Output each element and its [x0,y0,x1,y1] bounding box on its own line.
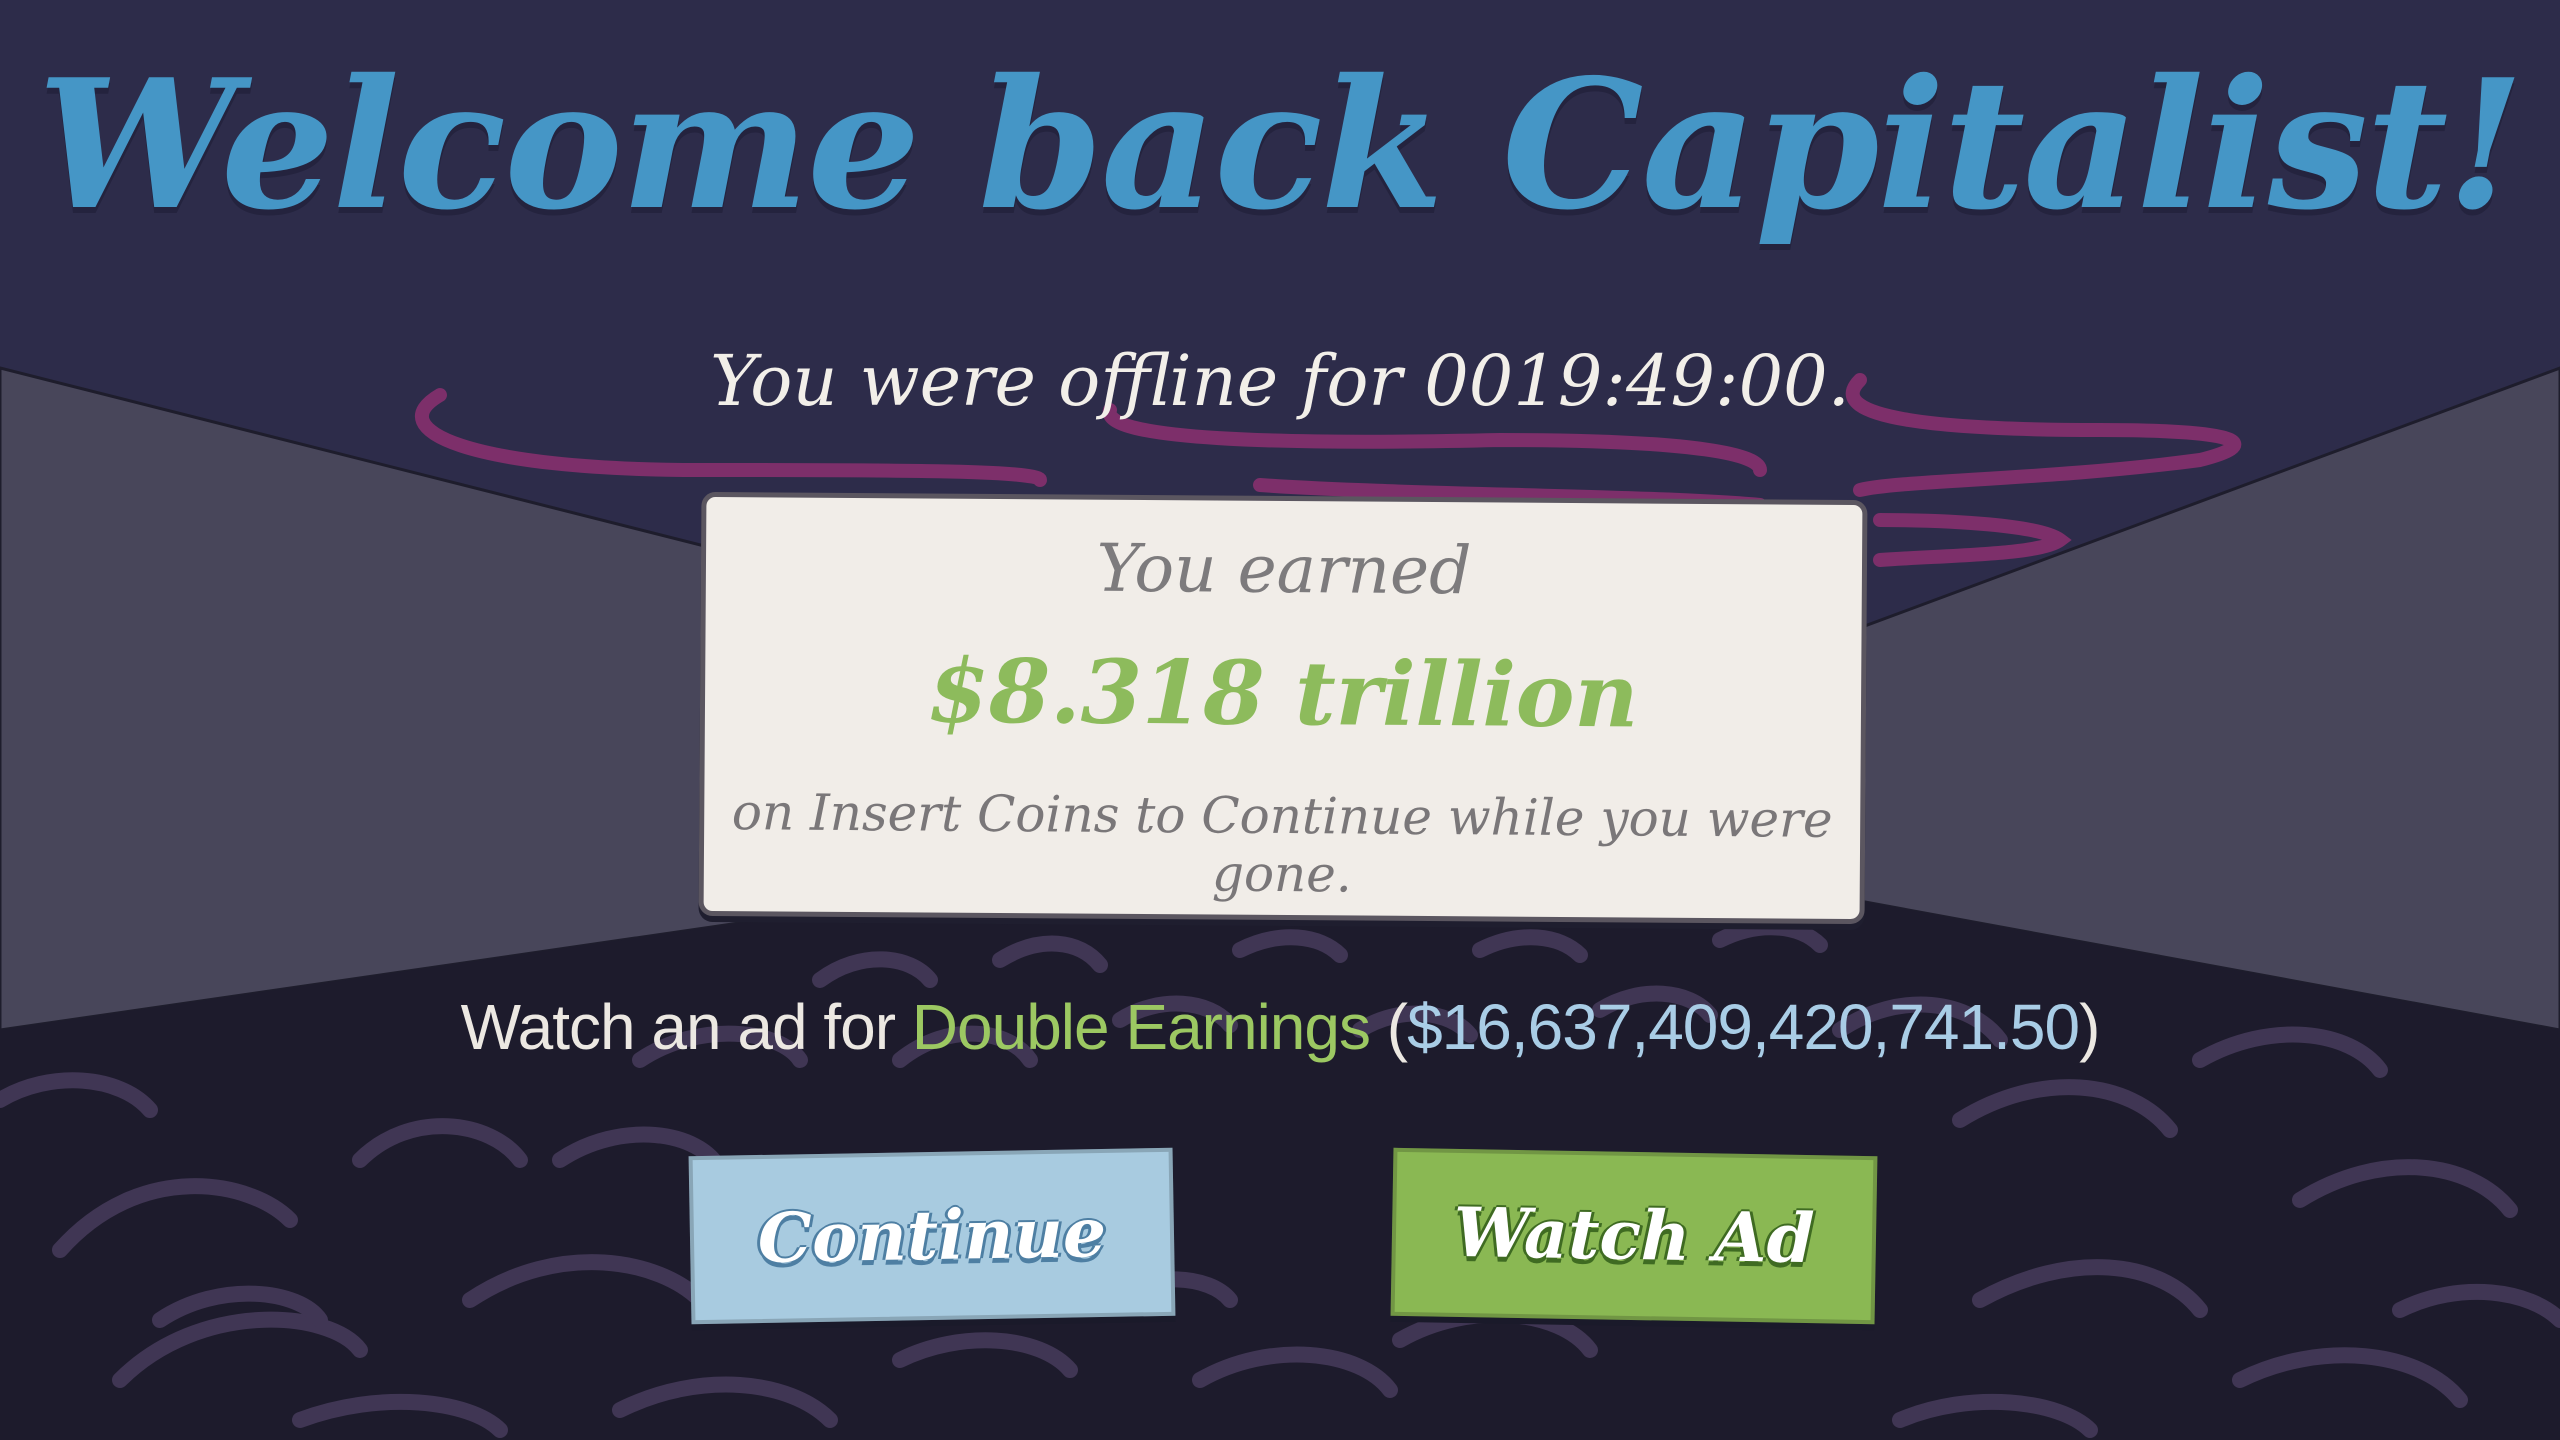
earnings-panel: You earned $8.318 trillion on Insert Coi… [698,491,1868,925]
watch-ad-button-label: Watch Ad [1452,1192,1816,1280]
earned-label: You earned [1096,529,1472,610]
watch-ad-button[interactable]: Watch Ad [1390,1147,1878,1325]
welcome-title: Welcome back Capitalist! [37,40,2525,249]
ad-offer-prefix: Watch an ad for [460,991,912,1063]
ad-offer-paren-close: ) [2079,991,2100,1063]
ad-offer-text: Watch an ad for Double Earnings ($16,637… [0,990,2560,1064]
ad-offer-amount: $16,637,409,420,741.50 [1407,991,2080,1063]
offline-prefix: You were offline for [710,340,1425,422]
earned-amount: $8.318 trillion [927,638,1639,748]
offline-time: 0019:49:00. [1424,340,1850,422]
offline-duration-text: You were offline for 0019:49:00. [0,340,2560,422]
continue-button[interactable]: Continue [688,1147,1176,1325]
ad-offer-paren-open: ( [1369,991,1408,1063]
earned-note: on Insert Coins to Continue while you we… [731,783,1833,904]
ad-offer-highlight: Double Earnings [911,991,1371,1063]
continue-button-label: Continue [757,1192,1107,1280]
